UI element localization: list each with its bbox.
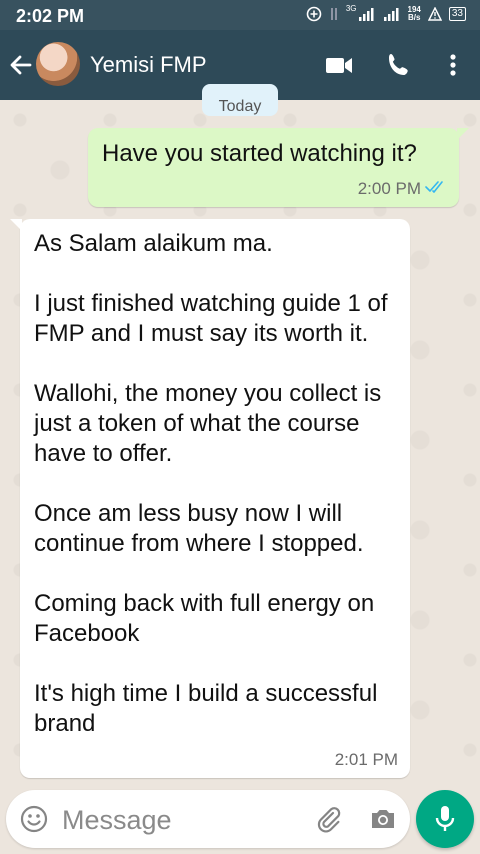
video-call-icon[interactable] bbox=[324, 50, 354, 80]
more-vert-icon[interactable] bbox=[438, 50, 468, 80]
net-speed-unit: B/s bbox=[407, 13, 421, 22]
message-input[interactable] bbox=[60, 800, 304, 840]
status-icons: 3G 194 B/s 33 bbox=[306, 3, 466, 22]
battery-icon: 33 bbox=[448, 7, 466, 21]
contact-name[interactable]: Yemisi FMP bbox=[90, 52, 207, 78]
avatar[interactable] bbox=[36, 42, 80, 86]
message-composer bbox=[6, 790, 410, 848]
message-bubble-incoming[interactable]: As Salam alaikum ma. I just finished wat… bbox=[10, 219, 410, 778]
message-time: 2:01 PM bbox=[334, 750, 398, 769]
signal-icon bbox=[358, 7, 376, 21]
chat-area[interactable]: Today Have you started watching it? 2:00… bbox=[0, 84, 480, 780]
status-bar: 2:02 PM 3G 194 B/s 33 bbox=[0, 0, 480, 30]
status-time: 2:02 PM bbox=[16, 6, 85, 26]
message-text: As Salam alaikum ma. I just finished wat… bbox=[34, 230, 388, 737]
network-label: 3G bbox=[345, 3, 357, 13]
signal-icon bbox=[383, 7, 401, 21]
net-speed: 194 B/s bbox=[408, 6, 421, 22]
phone-icon[interactable] bbox=[384, 50, 414, 80]
mic-icon bbox=[435, 806, 455, 831]
data-arrows-icon bbox=[329, 6, 339, 22]
message-time: 2:00 PM bbox=[357, 179, 421, 198]
attach-icon[interactable] bbox=[314, 804, 344, 834]
emoji-icon[interactable] bbox=[20, 805, 48, 833]
camera-icon[interactable] bbox=[368, 805, 398, 833]
message-text: Have you started watching it? bbox=[102, 140, 417, 167]
message-bubble-outgoing[interactable]: Have you started watching it? 2:00 PM bbox=[88, 128, 469, 207]
message-meta: 2:00 PM bbox=[358, 179, 447, 199]
mic-button[interactable] bbox=[416, 790, 474, 848]
add-circle-icon bbox=[306, 6, 322, 22]
date-chip: Today bbox=[202, 84, 278, 116]
alert-icon bbox=[427, 7, 442, 21]
read-ticks-icon bbox=[425, 179, 447, 199]
back-arrow-icon[interactable] bbox=[6, 51, 36, 79]
